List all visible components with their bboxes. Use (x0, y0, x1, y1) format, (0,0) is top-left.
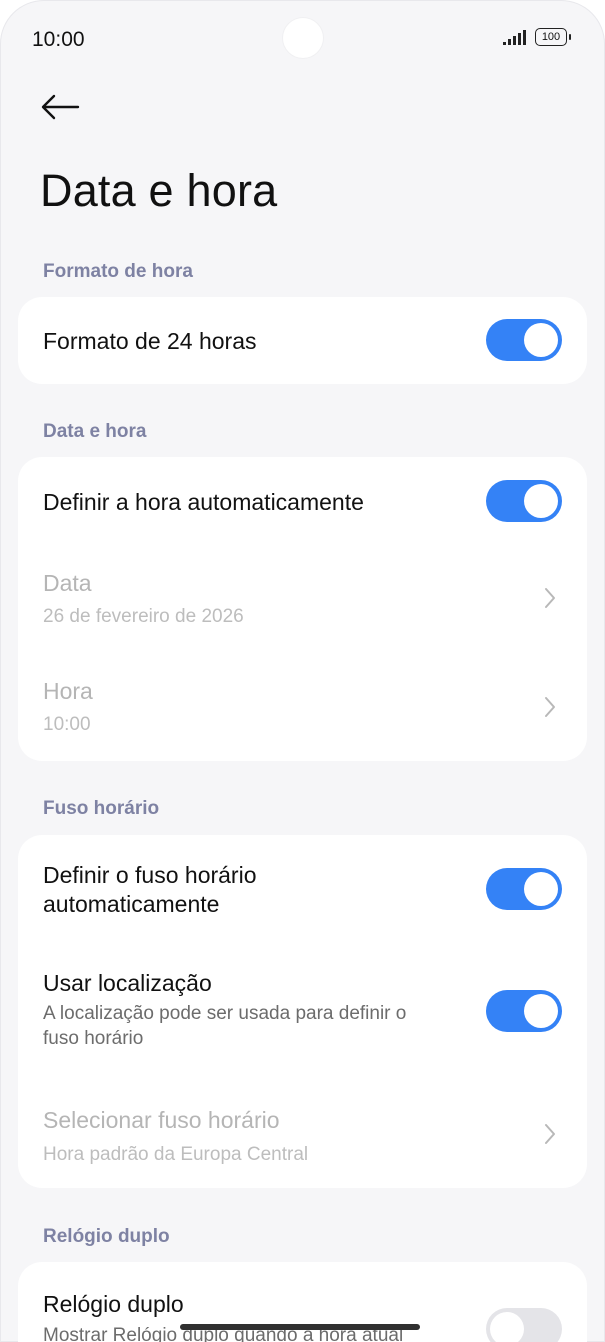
row-select-timezone[interactable]: Selecionar fuso horário Hora padrão da E… (43, 1091, 562, 1188)
front-camera-cutout (283, 18, 323, 58)
row-auto-timezone-title: Definir o fuso horário automaticamente (43, 861, 257, 920)
section-label-timezone: Fuso horário (43, 798, 160, 819)
chevron-right-icon (545, 697, 555, 717)
row-date[interactable]: Data 26 de fevereiro de 2026 (43, 557, 562, 657)
toggle-knob (524, 872, 558, 906)
status-time: 10:00 (32, 28, 85, 51)
row-use-location-desc-line2: fuso horário (43, 1028, 144, 1050)
chevron-right-icon (545, 588, 555, 608)
card-date-time: Definir a hora automaticamente Data 26 d… (18, 457, 587, 761)
toggle-knob (524, 484, 558, 518)
toggle-dual-clock[interactable] (486, 1308, 562, 1342)
row-auto-timezone-title-line1: Definir o fuso horário (43, 862, 257, 888)
card-timezone: Definir o fuso horário automaticamente U… (18, 835, 587, 1188)
section-label-time-format: Formato de hora (43, 261, 193, 282)
toggle-knob (524, 994, 558, 1028)
row-auto-time-title: Definir a hora automaticamente (43, 489, 364, 515)
row-24h-format-title: Formato de 24 horas (43, 328, 257, 354)
row-time-title: Hora (43, 678, 93, 704)
row-auto-timezone[interactable]: Definir o fuso horário automaticamente (43, 835, 562, 945)
signal-icon (503, 30, 526, 45)
row-use-location-desc-line1: A localização pode ser usada para defini… (43, 1003, 407, 1025)
row-date-value: 26 de fevereiro de 2026 (43, 606, 244, 627)
chevron-right-icon (545, 1124, 555, 1144)
row-use-location-title: Usar localização (43, 970, 212, 996)
toggle-use-location[interactable] (486, 990, 562, 1032)
toggle-auto-timezone[interactable] (486, 868, 562, 910)
card-time-format: Formato de 24 horas (18, 297, 587, 384)
section-label-dual-clock: Relógio duplo (43, 1226, 170, 1247)
row-use-location[interactable]: Usar localização A localização pode ser … (43, 953, 562, 1081)
row-time-value: 10:00 (43, 714, 91, 735)
home-indicator[interactable] (180, 1324, 420, 1330)
toggle-24h-format[interactable] (486, 319, 562, 361)
row-select-timezone-title: Selecionar fuso horário (43, 1107, 280, 1133)
card-dual-clock: Relógio duplo Mostrar Relógio duplo quan… (18, 1262, 587, 1342)
row-time[interactable]: Hora 10:00 (43, 665, 562, 761)
settings-screen: 10:00 100 Data e hora Formato de hora Fo… (0, 0, 605, 1342)
row-auto-timezone-title-line2: automaticamente (43, 891, 220, 918)
battery-icon: 100 (535, 28, 571, 46)
page-title: Data e hora (40, 165, 278, 216)
toggle-auto-time[interactable] (486, 480, 562, 522)
row-dual-clock-title: Relógio duplo (43, 1291, 184, 1317)
row-dual-clock[interactable]: Relógio duplo Mostrar Relógio duplo quan… (43, 1262, 562, 1342)
row-auto-time[interactable]: Definir a hora automaticamente (43, 457, 562, 545)
status-bar: 10:00 100 (0, 0, 605, 80)
row-use-location-text: Usar localização A localização pode ser … (43, 969, 406, 1052)
row-date-title: Data (43, 570, 92, 596)
toggle-knob (524, 323, 558, 357)
row-use-location-desc: A localização pode ser usada para defini… (43, 1002, 406, 1051)
toggle-knob (490, 1312, 524, 1342)
row-select-timezone-value: Hora padrão da Europa Central (43, 1144, 309, 1165)
section-label-date-time: Data e hora (43, 421, 147, 442)
back-arrow-icon[interactable] (40, 92, 80, 122)
row-24h-format[interactable]: Formato de 24 horas (43, 297, 562, 384)
